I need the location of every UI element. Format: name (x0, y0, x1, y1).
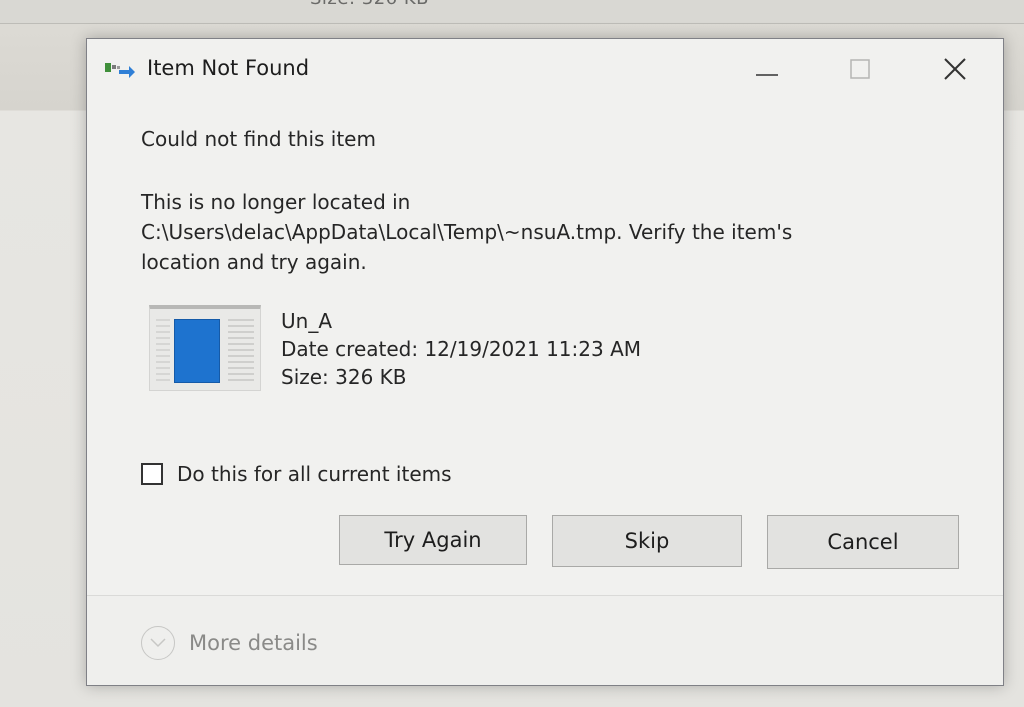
chevron-down-icon[interactable] (141, 626, 175, 660)
minimize-button[interactable] (742, 49, 792, 89)
file-date-created: Date created: 12/19/2021 11:23 AM (281, 337, 641, 361)
cancel-button[interactable]: Cancel (767, 515, 959, 569)
dialog-title: Item Not Found (147, 56, 310, 80)
background-partial-text: Size: 326 KB (310, 0, 429, 9)
skip-button[interactable]: Skip (552, 515, 742, 567)
try-again-button[interactable]: Try Again (339, 515, 527, 565)
apply-to-all-checkbox[interactable] (141, 463, 163, 485)
close-button[interactable] (930, 49, 980, 89)
dialog-footer: More details (87, 595, 1003, 685)
file-info: Un_A Date created: 12/19/2021 11:23 AM S… (281, 307, 641, 391)
more-details-label[interactable]: More details (189, 631, 318, 655)
message-line-1: This is no longer located in (141, 190, 411, 214)
thumbnail-left-lines (156, 319, 170, 383)
file-name: Un_A (281, 309, 332, 333)
item-not-found-dialog: Item Not Found Could not find this item … (86, 38, 1004, 686)
error-message: This is no longer located in C:\Users\de… (141, 187, 921, 277)
background-strip: Size: 326 KB (0, 0, 1024, 24)
more-details-toggle[interactable]: More details (141, 626, 318, 660)
apply-to-all-option[interactable]: Do this for all current items (141, 462, 452, 486)
message-line-2: C:\Users\delac\AppData\Local\Temp\~nsuA.… (141, 220, 793, 244)
thumbnail-blue-block (174, 319, 220, 383)
title-bar[interactable]: Item Not Found (87, 39, 1003, 101)
maximize-icon (850, 59, 870, 79)
maximize-button[interactable] (835, 49, 885, 89)
thumbnail-right-lines (228, 319, 254, 383)
message-line-3: location and try again. (141, 250, 367, 274)
file-size: Size: 326 KB (281, 365, 407, 389)
app-icon (105, 63, 135, 78)
minimize-icon (756, 74, 778, 76)
file-thumbnail-icon (149, 305, 261, 391)
dialog-heading: Could not find this item (141, 127, 376, 151)
close-icon (944, 58, 966, 80)
apply-to-all-label[interactable]: Do this for all current items (177, 462, 452, 486)
